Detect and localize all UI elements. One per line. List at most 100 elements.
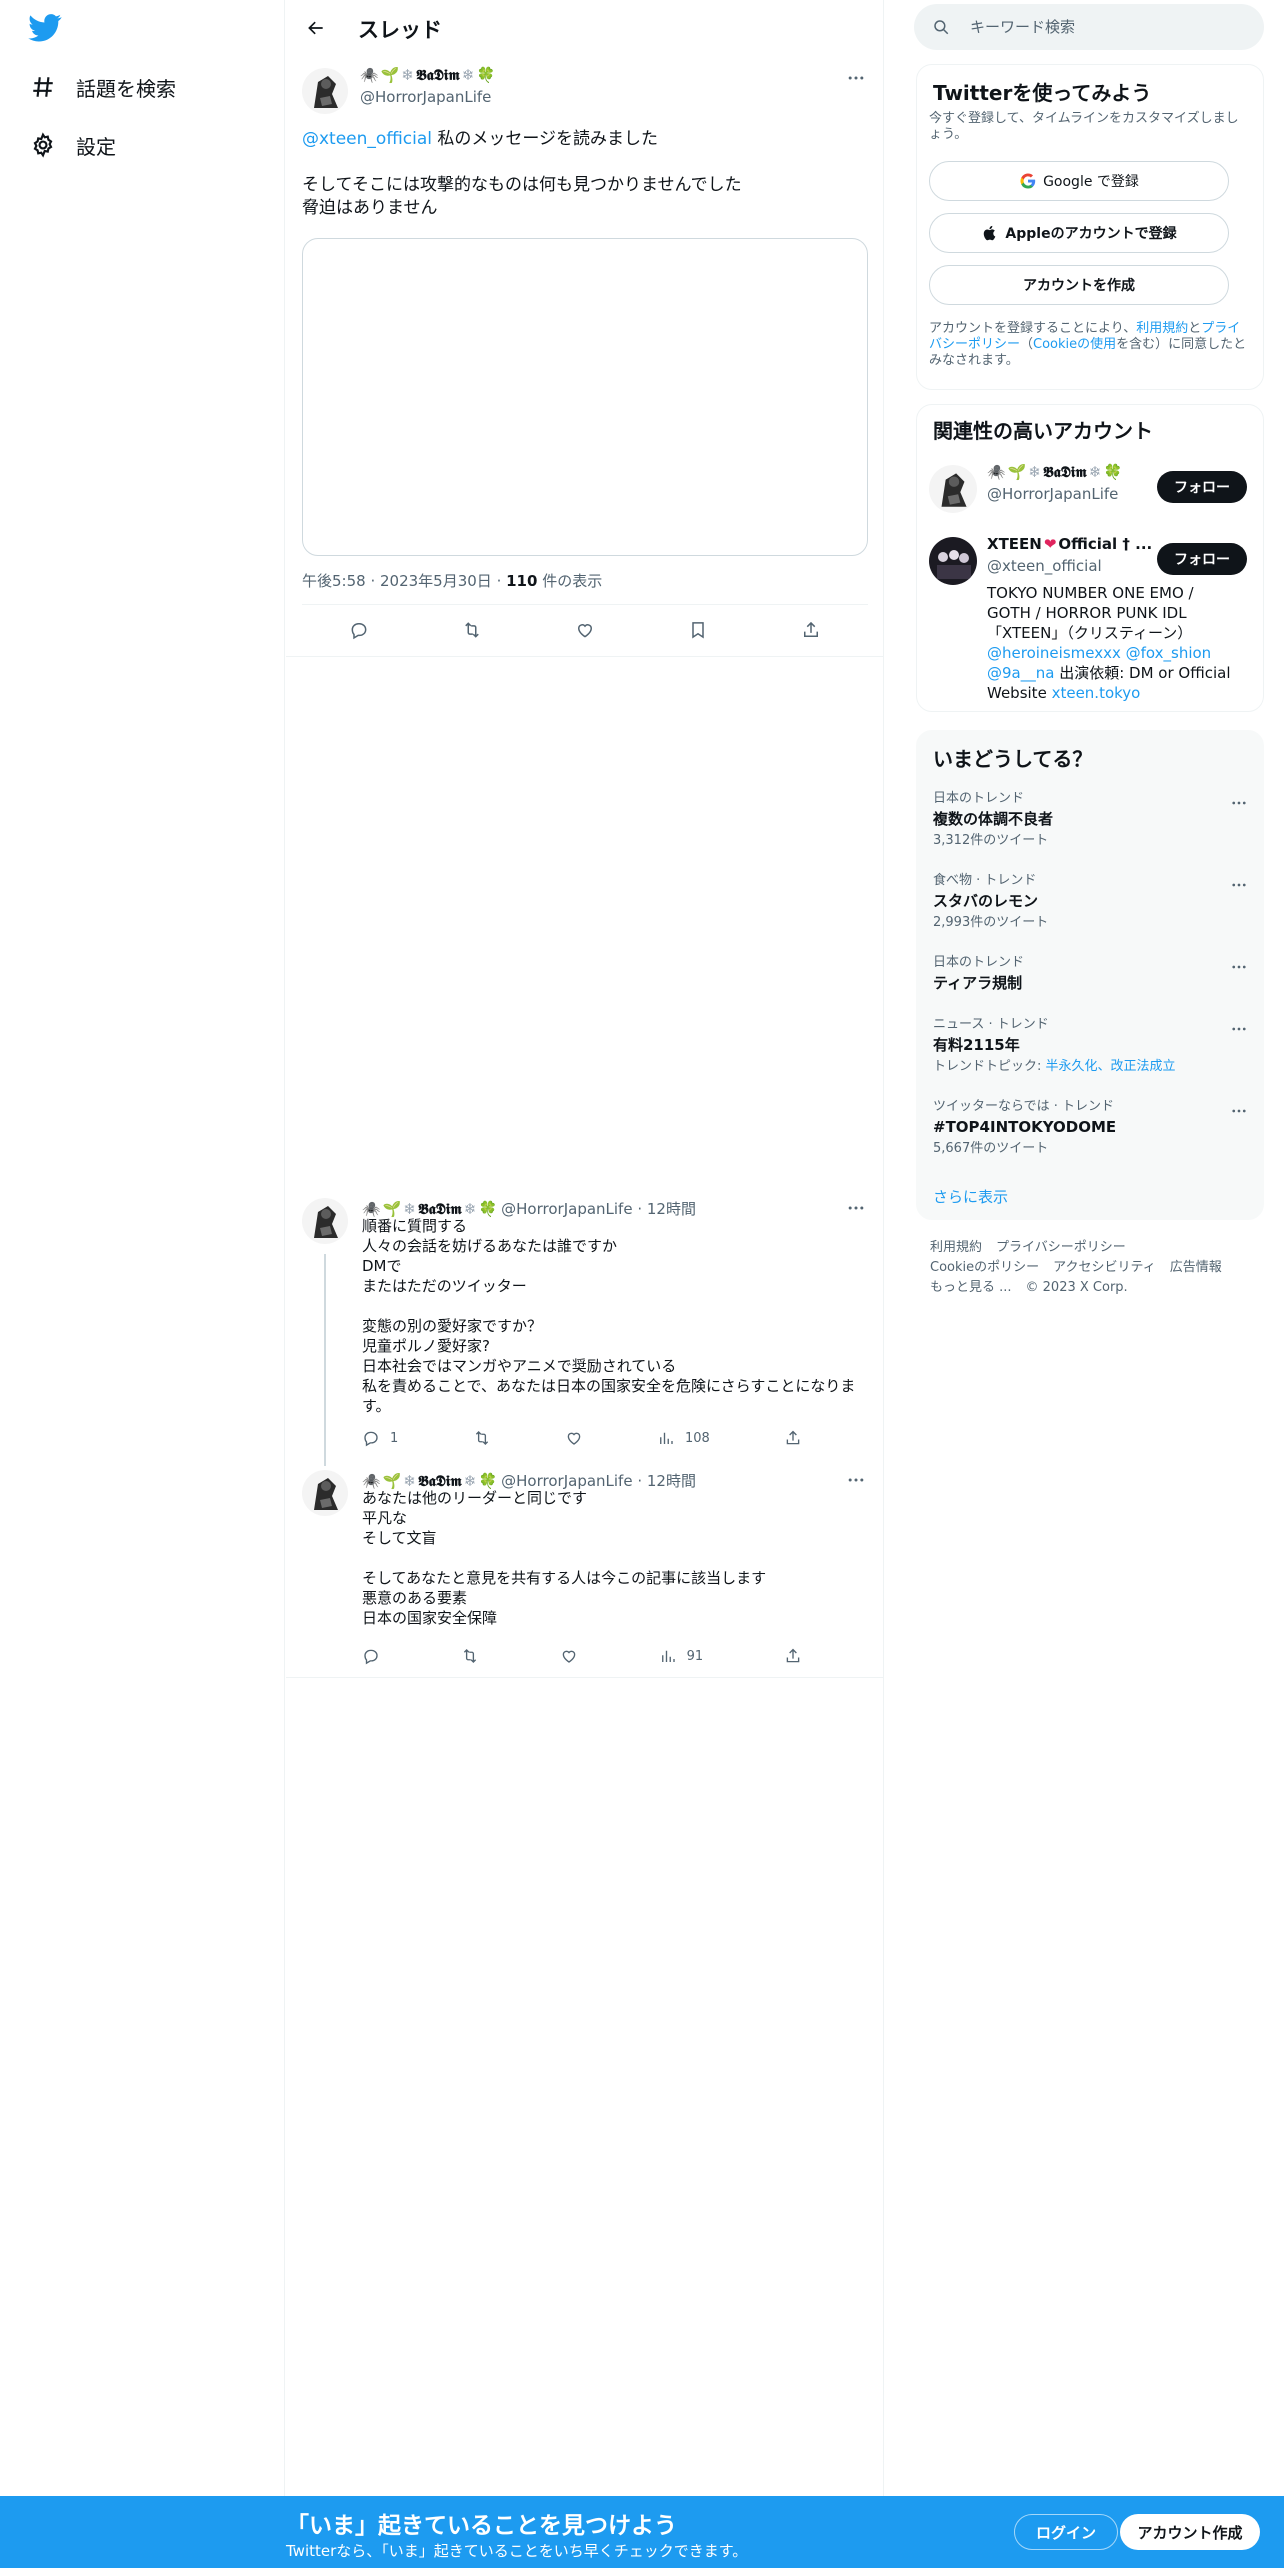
spider-icon: 🕷️	[362, 1471, 381, 1490]
left-navigation: 話題を検索 設定	[0, 0, 285, 2568]
trend-more-button[interactable]	[1227, 1017, 1251, 1041]
bio-link[interactable]: xteen.tokyo	[1052, 684, 1141, 702]
trend-item[interactable]: 食べ物 · トレンド スタバのレモン 2,993件のツイート	[933, 873, 1251, 931]
follow-button[interactable]: フォロー	[1157, 543, 1247, 575]
signup-title: Twitterを使ってみよう	[933, 81, 1152, 105]
heart-icon	[562, 1650, 576, 1663]
footer-privacy-link[interactable]: プライバシーポリシー	[996, 1240, 1126, 1255]
share-button[interactable]	[784, 1429, 802, 1447]
footer-more-link[interactable]: もっと見る ...	[930, 1280, 1012, 1295]
account-handle[interactable]: @xteen_official	[987, 557, 1102, 575]
author-name[interactable]: 🕷️ 🌱 ❄ 𝕭𝖆𝕯𝖎𝖒 ❄ 🍀	[360, 66, 495, 84]
trend-item[interactable]: 日本のトレンド ティアラ規制	[933, 955, 1251, 993]
related-account[interactable]: XTEEN ❤ Official † ... @xteen_official フォロ…	[929, 533, 1259, 703]
nav-explore[interactable]: 話題を検索	[30, 70, 176, 104]
back-button[interactable]	[300, 12, 332, 44]
twitter-bird-icon[interactable]	[28, 14, 62, 42]
share-button[interactable]	[801, 620, 821, 640]
views-label: 件の表示	[542, 572, 603, 590]
tweet-time[interactable]: 午後5:58	[302, 572, 366, 590]
avatar[interactable]	[302, 1198, 348, 1244]
bio-link[interactable]: @fox_shion	[1126, 644, 1212, 662]
author-name[interactable]: 🕷️ 🌱 ❄ 𝕭𝖆𝕯𝖎𝖒 ❄ 🍀	[362, 1472, 497, 1490]
like-button[interactable]	[560, 1647, 578, 1665]
footer-terms-link[interactable]: 利用規約	[930, 1240, 982, 1255]
reply-icon	[351, 623, 367, 640]
bookmark-button[interactable]	[688, 620, 708, 640]
retweet-button[interactable]	[473, 1429, 491, 1447]
follow-button[interactable]: フォロー	[1157, 471, 1247, 503]
nav-settings[interactable]: 設定	[30, 128, 116, 162]
trend-more-button[interactable]	[1227, 873, 1251, 897]
footer-accessibility-link[interactable]: アクセシビリティ	[1053, 1260, 1156, 1275]
trend-context: 日本のトレンド	[933, 955, 1025, 970]
account-name[interactable]: XTEEN ❤ Official † ...	[987, 535, 1152, 553]
search-input[interactable]	[970, 18, 1250, 36]
reply-icon	[364, 1649, 378, 1665]
tweet-text: あなたは他のリーダーと同じです 平凡な そして文盲 そしてあなたと意見を共有する…	[362, 1489, 767, 1627]
author-handle[interactable]: @HorrorJapanLife	[360, 88, 491, 106]
snowflake-icon: ❄	[461, 66, 475, 84]
like-button[interactable]	[565, 1429, 583, 1447]
google-signup-button[interactable]: Google で登録	[929, 161, 1229, 201]
create-account-button[interactable]: アカウントを作成	[929, 265, 1229, 305]
avatar[interactable]	[929, 537, 977, 585]
thread-header: スレッド	[286, 0, 884, 56]
author-name[interactable]: 🕷️ 🌱 ❄ 𝕭𝖆𝕯𝖎𝖒 ❄ 🍀	[362, 1200, 497, 1218]
clover-icon: 🍀	[478, 1471, 498, 1490]
reply-tweet[interactable]: 🕷️ 🌱 ❄ 𝕭𝖆𝕯𝖎𝖒 ❄ 🍀 @HorrorJapanLife · 12時間 あなたは…	[286, 1466, 884, 1676]
login-button[interactable]: ログイン	[1014, 2514, 1118, 2550]
signup-button[interactable]: アカウント作成	[1120, 2514, 1260, 2550]
more-options-button[interactable]	[844, 66, 868, 90]
reply-button[interactable]: 1	[362, 1429, 398, 1447]
retweet-button[interactable]	[461, 1647, 479, 1665]
nav-explore-label: 話題を検索	[76, 76, 176, 101]
avatar[interactable]	[929, 465, 977, 513]
avatar[interactable]	[302, 68, 348, 114]
apple-signup-button[interactable]: Appleのアカウントで登録	[929, 213, 1229, 253]
reply-button[interactable]	[362, 1647, 380, 1665]
tweet-meta: 午後5:58 · 2023年5月30日 · 110 件の表示	[302, 572, 603, 590]
avatar[interactable]	[302, 1470, 348, 1516]
trend-more-button[interactable]	[1227, 791, 1251, 815]
terms-link[interactable]: 利用規約	[1136, 321, 1188, 336]
footer-ads-link[interactable]: 広告情報	[1170, 1260, 1222, 1275]
reply-tweet[interactable]: 🕷️ 🌱 ❄ 𝕭𝖆𝕯𝖎𝖒 ❄ 🍀 @HorrorJapanLife · 12時間 順番に質…	[286, 1188, 884, 1458]
search-box[interactable]	[914, 4, 1264, 50]
trend-topic-links[interactable]: 半永久化、改正法成立	[1046, 1059, 1176, 1074]
footer-cookie-link[interactable]: Cookieのポリシー	[930, 1260, 1039, 1275]
bio-link[interactable]: @heroineismexxx	[987, 644, 1121, 662]
reply-button[interactable]	[349, 620, 369, 640]
heart-icon	[577, 624, 592, 638]
share-button[interactable]	[784, 1647, 802, 1665]
tweet-date[interactable]: 2023年5月30日	[380, 572, 492, 590]
like-button[interactable]	[575, 620, 595, 640]
show-more-link[interactable]: さらに表示	[933, 1186, 1008, 1207]
trend-count: 3,312件のツイート	[933, 833, 1049, 848]
related-account[interactable]: 🕷️ 🌱 ❄ 𝕭𝖆𝕯𝖎𝖒 ❄ 🍀 @HorrorJapanLife フォロー	[929, 461, 1259, 521]
retweet-button[interactable]	[462, 620, 482, 640]
trend-item[interactable]: 日本のトレンド 複数の体調不良者 3,312件のツイート	[933, 791, 1251, 849]
media-card[interactable]	[302, 238, 868, 556]
trend-more-button[interactable]	[1227, 955, 1251, 979]
related-accounts-card: 関連性の高いアカウント 🕷️ 🌱 ❄ 𝕭𝖆𝕯𝖎𝖒 ❄ 🍀 @HorrorJapanLife…	[916, 404, 1264, 712]
cookie-link[interactable]: Cookieの使用	[1033, 337, 1116, 352]
views-button[interactable]: 108	[657, 1429, 710, 1447]
trend-item[interactable]: ツイッターならでは · トレンド #TOP4INTOKYODOME 5,667件…	[933, 1099, 1251, 1157]
arrow-left-icon	[308, 21, 323, 35]
mention-link[interactable]: @xteen_official	[302, 129, 432, 149]
bio-link[interactable]: @9a__na	[987, 664, 1054, 682]
author-handle[interactable]: @HorrorJapanLife	[501, 1200, 632, 1218]
tweet-text: @xteen_official 私のメッセージを読みました そしてそこには攻撃的…	[302, 129, 742, 218]
account-name[interactable]: 🕷️ 🌱 ❄ 𝕭𝖆𝕯𝖎𝖒 ❄ 🍀	[987, 463, 1122, 481]
tweet-actions: 91	[362, 1646, 802, 1666]
snowflake-icon: ❄	[1088, 463, 1102, 481]
snowflake-icon: ❄	[463, 1199, 477, 1218]
heart-icon	[567, 1432, 581, 1445]
trend-item[interactable]: ニュース · トレンド 有料2115年 トレンドトピック: 半永久化、改正法成立	[933, 1017, 1251, 1075]
views-button[interactable]: 91	[659, 1647, 703, 1665]
author-handle[interactable]: @HorrorJapanLife	[501, 1472, 632, 1490]
trend-more-button[interactable]	[1227, 1099, 1251, 1123]
trend-name: 有料2115年	[933, 1036, 1020, 1054]
account-handle[interactable]: @HorrorJapanLife	[987, 485, 1118, 503]
